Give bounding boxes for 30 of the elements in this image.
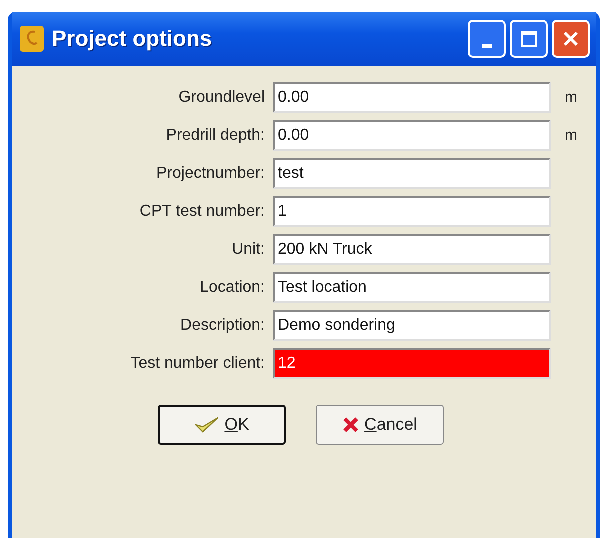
field-label: Groundlevel (178, 88, 265, 106)
unit-label: m (564, 89, 578, 106)
ok-button[interactable]: OK (158, 405, 286, 445)
field-label: Projectnumber: (156, 164, 265, 182)
field-label: Test number client: (130, 354, 265, 372)
text-field[interactable]: 1 (273, 196, 551, 227)
maximize-button[interactable] (510, 20, 548, 58)
text-field[interactable]: 200 kN Truck (273, 234, 551, 265)
text-field[interactable]: Test location (273, 272, 551, 303)
checkmark-icon (194, 416, 219, 434)
text-field[interactable]: 0.00 (273, 120, 551, 151)
cross-icon (342, 417, 359, 433)
cancel-button[interactable]: Cancel (316, 405, 444, 445)
field-label: Unit: (231, 240, 265, 258)
text-field[interactable]: test (273, 158, 551, 189)
window-title: Project options (52, 26, 212, 52)
minimize-icon (482, 44, 492, 48)
text-field[interactable]: 0.00 (273, 82, 551, 113)
field-label: Predrill depth: (165, 126, 265, 144)
unit-label: m (564, 127, 578, 144)
field-label: Description: (180, 316, 265, 334)
maximize-icon (521, 31, 537, 47)
text-field[interactable]: 12 (273, 348, 551, 379)
app-icon (20, 26, 44, 52)
close-button[interactable] (552, 20, 590, 58)
field-label: CPT test number: (138, 202, 265, 220)
text-field[interactable]: Demo sondering (273, 310, 551, 341)
minimize-button[interactable] (468, 20, 506, 58)
close-icon (563, 31, 579, 47)
field-label: Location: (199, 278, 265, 296)
